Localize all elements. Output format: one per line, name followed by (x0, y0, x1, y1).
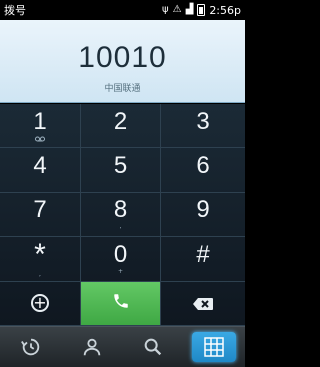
key-star[interactable]: * , (0, 237, 81, 282)
add-contact-button[interactable]: + (0, 281, 81, 326)
add-contact-icon: + (31, 294, 49, 313)
key-5[interactable]: 5 (81, 148, 161, 193)
key-digit: 0 (113, 240, 128, 268)
key-digit: # (196, 240, 210, 268)
dialpad-icon (204, 337, 225, 357)
dial-keypad: 1 2 3 4 5 6 7 8 , 9 * , 0 + # + (0, 104, 245, 326)
battery-icon (197, 4, 206, 16)
key-digit: 3 (196, 107, 210, 135)
key-hash[interactable]: # (161, 237, 245, 282)
key-0[interactable]: 0 + (81, 237, 161, 282)
signal-icon: ▟ (185, 4, 194, 15)
tab-contacts[interactable] (61, 327, 122, 367)
key-8[interactable]: 8 , (81, 192, 161, 238)
key-digit: 1 (33, 107, 47, 135)
key-digit: 4 (33, 152, 47, 180)
tab-recent-calls[interactable] (0, 327, 61, 367)
delete-icon (192, 296, 214, 311)
dialpad-tab-highlight (192, 332, 237, 362)
key-digit: 6 (196, 152, 210, 180)
key-6[interactable]: 6 (161, 148, 245, 193)
key-digit: 2 (113, 107, 128, 135)
key-digit: 9 (196, 196, 210, 224)
tab-search[interactable] (123, 327, 184, 367)
dialed-number: 10010 (78, 41, 167, 74)
key-sub: + (117, 267, 124, 275)
key-2[interactable]: 2 (81, 104, 161, 149)
status-time: 2:56p (209, 3, 241, 17)
key-1[interactable]: 1 (0, 104, 81, 149)
call-button[interactable] (81, 281, 161, 326)
call-icon (112, 292, 130, 315)
search-icon (142, 336, 164, 358)
key-7[interactable]: 7 (0, 192, 81, 238)
usb-icon: ψ (162, 4, 169, 15)
status-bar: 拨号 ψ ⚠ ▟ 2:56p (0, 0, 245, 20)
key-sub: , (39, 270, 41, 278)
key-3[interactable]: 3 (161, 104, 245, 149)
debug-icon: ⚠ (172, 4, 182, 15)
delete-button[interactable] (161, 282, 245, 326)
status-icons: ψ ⚠ ▟ 2:56p (162, 4, 241, 17)
key-digit: 8 (113, 196, 128, 224)
tab-dialpad[interactable] (184, 327, 245, 367)
status-title: 拨号 (4, 4, 26, 17)
key-9[interactable]: 9 (161, 193, 245, 238)
bottom-tab-bar (0, 326, 245, 367)
carrier-label: 中国联通 (104, 84, 141, 94)
key-sub: , (119, 223, 122, 231)
person-icon (81, 336, 103, 358)
key-digit: 5 (113, 152, 128, 180)
number-display[interactable]: 10010 中国联通 (0, 20, 245, 103)
key-digit: * (34, 237, 46, 271)
key-digit: 7 (33, 196, 47, 224)
history-icon (20, 336, 42, 358)
voicemail-icon (35, 136, 45, 142)
key-4[interactable]: 4 (0, 148, 81, 193)
